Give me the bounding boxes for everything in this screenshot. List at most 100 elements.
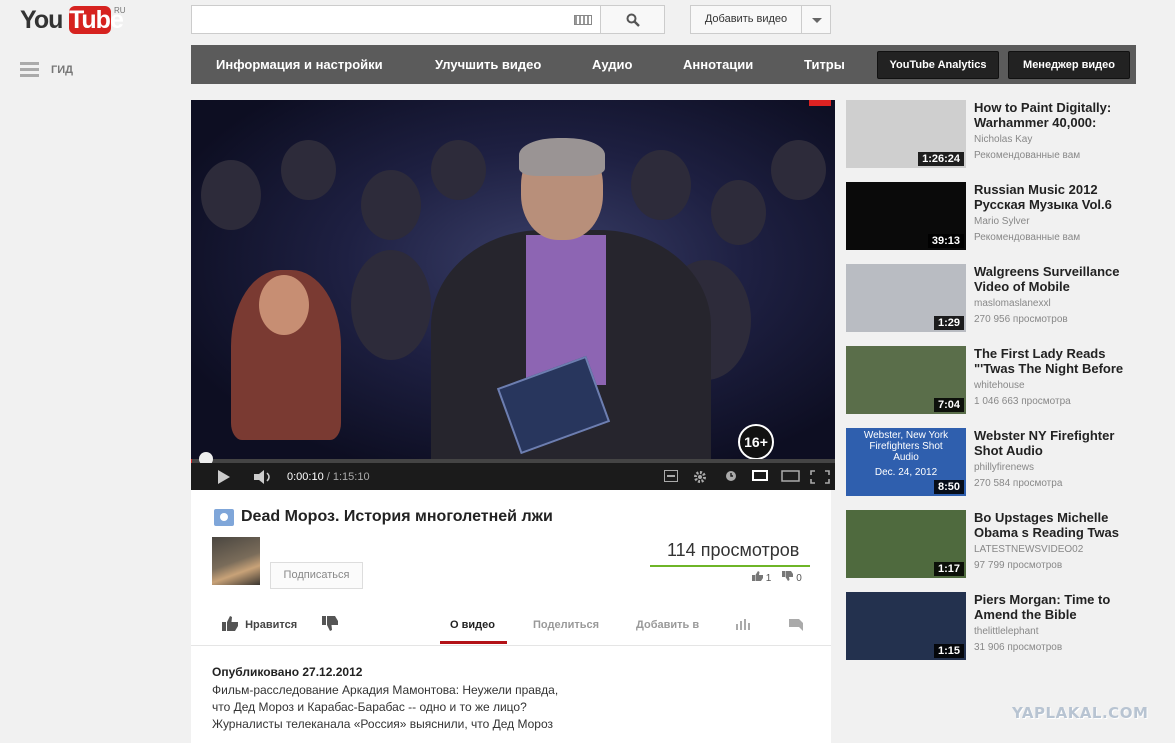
search-button[interactable] — [600, 5, 665, 34]
player-controls: 0:00:10 / 1:15:10 — [191, 463, 835, 490]
guide-label[interactable]: ГИД — [51, 64, 73, 76]
video-thumbnail[interactable]: Webster, New York Firefighters Shot Audio D… — [846, 428, 966, 496]
time-display: 0:00:10 / 1:15:10 — [287, 471, 370, 483]
captions-icon[interactable] — [664, 470, 678, 482]
owner-tab-enhance[interactable]: Улучшить видео — [435, 45, 541, 84]
related-video-title[interactable]: The First Lady Reads "'Twas The Night Be… — [974, 346, 1144, 376]
current-time: 0:00:10 — [287, 471, 324, 483]
fullscreen-icon[interactable] — [810, 470, 830, 484]
like-button[interactable]: Нравится — [222, 616, 297, 631]
age-rating-badge: 16+ — [738, 424, 774, 460]
video-meta: Рекомендованные вам — [974, 232, 1081, 243]
thumbs-up-small-icon — [752, 571, 763, 581]
volume-icon[interactable] — [254, 470, 274, 484]
owner-tab-info-settings[interactable]: Информация и настройки — [216, 45, 383, 84]
related-video-title[interactable]: Piers Morgan: Time to Amend the Bible — [974, 592, 1144, 622]
search-input[interactable] — [191, 5, 601, 34]
related-video-title[interactable]: How to Paint Digitally: Warhammer 40,000… — [974, 100, 1144, 130]
video-duration: 8:50 — [933, 480, 964, 494]
video-duration: 1:26:24 — [918, 152, 964, 166]
video-title: Dead Мороз. История многолетней лжи — [241, 508, 553, 525]
related-video-item[interactable]: 1:29 Walgreens Surveillance Video of Mobi… — [846, 264, 1146, 332]
thumbnail-caption: Firefighters Shot — [869, 441, 943, 452]
video-meta: Рекомендованные вам — [974, 150, 1081, 161]
video-thumbnail[interactable]: 1:15 — [846, 592, 966, 660]
related-video-title[interactable]: Walgreens Surveillance Video of Mobile — [974, 264, 1144, 294]
logo-you-text: You — [20, 6, 63, 34]
channel-name: whitehouse — [974, 380, 1025, 391]
video-duration: 1:15 — [933, 644, 964, 658]
channel-avatar[interactable] — [212, 537, 260, 585]
related-video-item[interactable]: 1:26:24 How to Paint Digitally: Warhammer… — [846, 100, 1146, 168]
subscribe-button[interactable]: Подписаться — [270, 562, 363, 589]
search-icon — [626, 13, 640, 27]
watch-later-icon[interactable] — [725, 470, 737, 482]
video-thumbnail[interactable]: 1:17 — [846, 510, 966, 578]
channel-name: thelittlelephant — [974, 626, 1039, 637]
analytics-button[interactable]: YouTube Analytics — [877, 51, 999, 79]
video-meta: 97 799 просмотров — [974, 560, 1063, 571]
channel-name: LATESTNEWSVIDEO02 — [974, 544, 1084, 555]
related-video-item[interactable]: 39:13 Russian Music 2012 Русская Музыка V… — [846, 182, 1146, 250]
description-line: Фильм-расследование Аркадия Мамонтова: Н… — [212, 683, 559, 697]
related-video-item[interactable]: 1:17 Bo Upstages Michelle Obama s Reading… — [846, 510, 1146, 578]
logo-region: RU — [114, 6, 126, 15]
large-player-icon[interactable] — [781, 470, 800, 482]
tab-add-to[interactable]: Добавить в — [636, 619, 699, 631]
video-duration: 1:29 — [933, 316, 964, 330]
thumbs-down-icon[interactable] — [322, 616, 338, 631]
active-tab-indicator — [440, 641, 507, 644]
tab-about[interactable]: О видео — [450, 619, 495, 631]
keyboard-icon[interactable] — [574, 15, 592, 25]
thumbnail-caption: Audio — [893, 452, 919, 463]
upload-button[interactable]: Добавить видео — [690, 5, 802, 34]
watermark: YAPLAKAL.COM — [1012, 704, 1149, 722]
channel-name: phillyfirenews — [974, 462, 1035, 473]
video-meta: 270 584 просмотра — [974, 478, 1063, 489]
channel-name: maslomaslanexxl — [974, 298, 1051, 309]
stats-icon[interactable] — [736, 619, 750, 630]
channel-name: Mario Sylver — [974, 216, 1030, 227]
description-line: что Дед Мороз и Карабас-Барабас -- одно … — [212, 700, 527, 714]
video-thumbnail[interactable]: 39:13 — [846, 182, 966, 250]
settings-gear-icon[interactable] — [693, 470, 707, 484]
thumbnail-caption: Dec. 24, 2012 — [874, 467, 938, 478]
related-video-item[interactable]: 1:15 Piers Morgan: Time to Amend the Bibl… — [846, 592, 1146, 660]
duration: 1:15:10 — [332, 471, 370, 483]
video-thumbnail[interactable]: 1:26:24 — [846, 100, 966, 168]
owner-tab-captions[interactable]: Титры — [804, 45, 845, 84]
related-video-title[interactable]: Bo Upstages Michelle Obama s Reading Twa… — [974, 510, 1144, 540]
like-button-label: Нравится — [245, 619, 298, 631]
thumbnail-caption: Webster, New York — [863, 430, 949, 441]
flag-icon[interactable] — [789, 619, 803, 631]
owner-tab-annotations[interactable]: Аннотации — [683, 45, 753, 84]
related-video-title[interactable]: Russian Music 2012 Русская Музыка Vol.6 — [974, 182, 1144, 212]
youtube-logo[interactable]: You Tube RU — [20, 4, 126, 34]
guide-menu-icon[interactable] — [20, 62, 39, 78]
related-video-title[interactable]: Webster NY Firefighter Shot Audio — [974, 428, 1144, 458]
tab-share[interactable]: Поделиться — [533, 619, 599, 631]
thumbs-down-small-icon — [782, 571, 794, 581]
related-video-item[interactable]: 7:04 The First Lady Reads "'Twas The Nigh… — [846, 346, 1146, 414]
like-dislike-counts: 1 0 — [752, 571, 802, 584]
related-video-item[interactable]: Webster, New York Firefighters Shot Audio D… — [846, 428, 1146, 496]
video-duration: 7:04 — [933, 398, 964, 412]
small-player-icon[interactable] — [752, 470, 768, 481]
view-count: 114 просмотров — [667, 540, 800, 560]
video-frame[interactable]: 16+ — [191, 100, 835, 470]
published-date: Опубликовано 27.12.2012 — [212, 665, 363, 679]
video-manager-button[interactable]: Менеджер видео — [1008, 51, 1130, 79]
owner-tab-audio[interactable]: Аудио — [592, 45, 632, 84]
description-line: Журналисты телеканала «Россия» выяснили,… — [212, 717, 554, 731]
play-icon[interactable] — [217, 470, 231, 484]
video-duration: 39:13 — [927, 234, 964, 248]
dislike-count: 0 — [796, 573, 802, 584]
video-player[interactable]: 16+ 0:00:10 / 1:15:10 — [191, 100, 835, 490]
video-thumbnail[interactable]: 7:04 — [846, 346, 966, 414]
video-meta: 31 906 просмотров — [974, 642, 1063, 653]
video-thumbnail[interactable]: 1:29 — [846, 264, 966, 332]
channel-name: Nicholas Kay — [974, 134, 1033, 145]
chevron-down-icon — [812, 18, 822, 23]
likes-ratio-bar — [650, 565, 810, 567]
upload-dropdown-button[interactable] — [801, 5, 831, 34]
